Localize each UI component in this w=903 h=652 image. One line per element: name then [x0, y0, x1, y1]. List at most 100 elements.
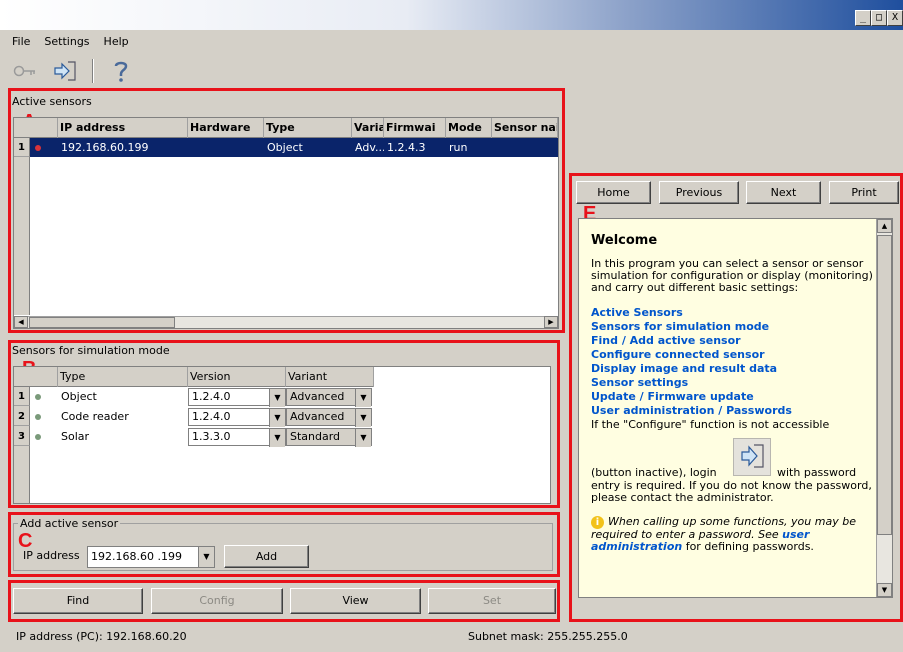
menu-settings[interactable]: Settings — [42, 34, 91, 52]
help-login-line: (button inactive), login with password — [591, 438, 873, 480]
variant-select[interactable]: Advanced ▼ — [286, 408, 372, 427]
set-button[interactable]: Set — [428, 588, 556, 614]
help-content-panel: Welcome In this program you can select a… — [578, 218, 893, 598]
col-version[interactable]: Version — [188, 367, 286, 387]
scroll-right-icon[interactable]: ▶ — [544, 316, 558, 328]
status-led-icon — [35, 414, 41, 420]
version-value: 1.3.3.0 — [192, 430, 231, 443]
col-mode[interactable]: Mode — [446, 118, 492, 138]
grid-header: Type Version Variant — [14, 367, 374, 387]
help-next-button[interactable]: Next — [746, 181, 821, 204]
chevron-down-icon[interactable]: ▼ — [355, 389, 371, 407]
login-arrow-icon — [741, 444, 764, 468]
scroll-up-icon[interactable]: ▲ — [877, 219, 892, 233]
chevron-down-icon[interactable]: ▼ — [269, 409, 285, 427]
version-select[interactable]: 1.3.3.0 ▼ — [188, 428, 286, 447]
help-link-display[interactable]: Display image and result data — [591, 362, 873, 376]
config-button[interactable]: Config — [151, 588, 283, 614]
chevron-down-icon[interactable]: ▼ — [355, 409, 371, 427]
login-arrow-icon[interactable] — [52, 59, 78, 83]
row-number: 1 — [14, 387, 30, 406]
ip-address-combo[interactable]: 192.168.60 .199 ▼ — [87, 546, 215, 568]
scroll-down-icon[interactable]: ▼ — [877, 583, 892, 597]
key-icon[interactable] — [12, 59, 38, 83]
col-type[interactable]: Type — [58, 367, 188, 387]
status-bar: IP address (PC): 192.168.60.20 Subnet ma… — [0, 626, 903, 648]
scroll-left-icon[interactable]: ◀ — [14, 316, 28, 328]
col-type[interactable]: Type — [264, 118, 352, 138]
col-variant[interactable]: Variar — [352, 118, 384, 138]
table-row[interactable]: 2 Code reader 1.2.4.0 ▼ Advanced ▼ — [14, 407, 550, 427]
status-ip-pc: IP address (PC): 192.168.60.20 — [16, 630, 187, 643]
help-heading: Welcome — [591, 233, 658, 248]
status-led-icon — [35, 145, 41, 151]
col-ip-address[interactable]: IP address — [58, 118, 188, 138]
cell-type: Solar — [61, 430, 90, 443]
simulation-rows: 1 Object 1.2.4.0 ▼ Advanced ▼ 2 Code reade… — [14, 387, 550, 503]
help-previous-button[interactable]: Previous — [659, 181, 739, 204]
maximize-button[interactable]: □ — [871, 10, 887, 26]
help-warning-text-a: When calling up some functions, you may … — [591, 515, 856, 541]
version-value: 1.2.4.0 — [192, 410, 231, 423]
help-link-find-add[interactable]: Find / Add active sensor — [591, 334, 873, 348]
minimize-button[interactable]: _ — [855, 10, 871, 26]
title-bar — [0, 0, 903, 30]
login-button-image — [733, 438, 771, 476]
header-spacer — [14, 367, 58, 387]
variant-value: Standard — [290, 430, 341, 443]
ip-address-label: IP address — [23, 549, 80, 562]
version-select[interactable]: 1.2.4.0 ▼ — [188, 388, 286, 407]
ip-address-value: 192.168.60 .199 — [91, 550, 182, 563]
scroll-thumb[interactable] — [29, 317, 175, 328]
chevron-down-icon[interactable]: ▼ — [198, 547, 214, 567]
help-warning-text-b: for defining passwords. — [685, 540, 814, 553]
chevron-down-icon[interactable]: ▼ — [269, 429, 285, 447]
col-firmware[interactable]: Firmwai — [384, 118, 446, 138]
horizontal-scrollbar[interactable]: ◀ ▶ — [14, 316, 558, 328]
simulation-grid: Type Version Variant 1 Object 1.2.4.0 ▼ A… — [13, 366, 551, 504]
help-question-icon[interactable] — [108, 59, 134, 83]
status-led-icon — [35, 394, 41, 400]
chevron-down-icon[interactable]: ▼ — [355, 429, 371, 447]
cell-type: Object — [61, 390, 97, 403]
add-button[interactable]: Add — [224, 545, 309, 568]
view-button[interactable]: View — [290, 588, 421, 614]
help-intro: In this program you can select a sensor … — [591, 257, 873, 294]
table-row[interactable]: 1 192.168.60.199 Object Adv... 1.2.4.3 r… — [14, 138, 558, 157]
variant-value: Advanced — [290, 410, 345, 423]
header-spacer — [14, 118, 58, 138]
toolbar — [12, 56, 134, 86]
close-button[interactable]: X — [887, 10, 903, 26]
help-vertical-scrollbar[interactable]: ▲ ▼ — [876, 219, 892, 597]
col-sensor-name[interactable]: Sensor nai — [492, 118, 558, 138]
version-select[interactable]: 1.2.4.0 ▼ — [188, 408, 286, 427]
variant-select[interactable]: Standard ▼ — [286, 428, 372, 447]
find-button[interactable]: Find — [13, 588, 143, 614]
col-variant[interactable]: Variant — [286, 367, 374, 387]
cell-mode: run — [449, 141, 468, 154]
help-home-button[interactable]: Home — [576, 181, 651, 204]
help-link-update[interactable]: Update / Firmware update — [591, 390, 873, 404]
help-link-sensor-settings[interactable]: Sensor settings — [591, 376, 873, 390]
menu-help[interactable]: Help — [102, 34, 131, 52]
help-link-configure[interactable]: Configure connected sensor — [591, 348, 873, 362]
menu-bar: File Settings Help — [10, 34, 131, 52]
col-hardware[interactable]: Hardware — [188, 118, 264, 138]
help-link-user-admin[interactable]: User administration / Passwords — [591, 404, 873, 418]
row-number: 1 — [14, 138, 30, 157]
help-link-simulation[interactable]: Sensors for simulation mode — [591, 320, 873, 334]
status-led-icon — [35, 434, 41, 440]
row-header-column — [14, 157, 30, 315]
cell-firmware: 1.2.4.3 — [387, 141, 426, 154]
menu-file[interactable]: File — [10, 34, 32, 52]
section-letter-c: C — [18, 530, 33, 552]
scroll-thumb[interactable] — [877, 235, 892, 535]
window-controls: _ □ X — [855, 10, 903, 26]
help-link-active-sensors[interactable]: Active Sensors — [591, 306, 873, 320]
table-row[interactable]: 1 Object 1.2.4.0 ▼ Advanced ▼ — [14, 387, 550, 407]
chevron-down-icon[interactable]: ▼ — [269, 389, 285, 407]
variant-select[interactable]: Advanced ▼ — [286, 388, 372, 407]
table-row[interactable]: 3 Solar 1.3.3.0 ▼ Standard ▼ — [14, 427, 550, 447]
help-print-button[interactable]: Print — [829, 181, 899, 204]
help-warning: i When calling up some functions, you may… — [591, 516, 873, 553]
